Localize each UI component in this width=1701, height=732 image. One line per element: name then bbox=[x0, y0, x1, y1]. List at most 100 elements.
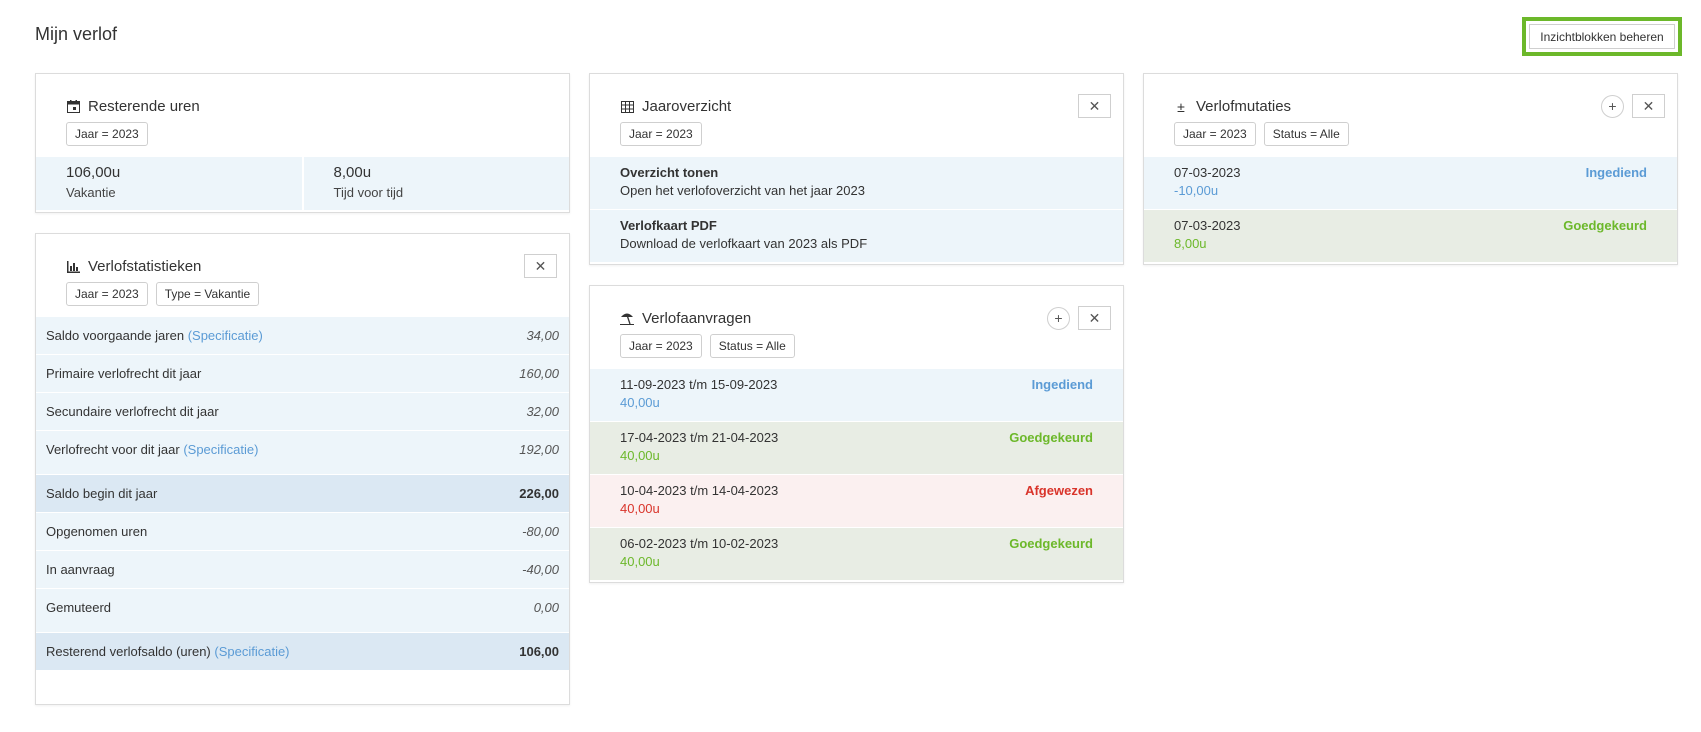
stat-value: 32,00 bbox=[526, 404, 559, 419]
aanvraag-period: 10-04-2023 t/m 14-04-2023 bbox=[620, 483, 779, 498]
stat-value: 226,00 bbox=[519, 486, 559, 501]
status-badge: Ingediend bbox=[1031, 377, 1093, 392]
add-button[interactable]: + bbox=[1601, 94, 1624, 118]
specificatie-link[interactable]: (Specificatie) bbox=[188, 328, 263, 343]
stat-row: Secundaire verlofrecht dit jaar 32,00 bbox=[36, 392, 569, 430]
filter-chip-type[interactable]: Type = Vakantie bbox=[155, 282, 260, 306]
uren-value: 8,00u bbox=[333, 164, 372, 181]
card-header: Resterende uren Jaar = 2023 bbox=[36, 74, 569, 158]
stat-label: Opgenomen uren bbox=[46, 524, 148, 539]
bar-chart-icon bbox=[66, 260, 80, 274]
close-icon: ✕ bbox=[1088, 309, 1101, 326]
mutatie-date: 07-03-2023 bbox=[1174, 218, 1241, 233]
aanvraag-period: 06-02-2023 t/m 10-02-2023 bbox=[620, 536, 779, 551]
filter-chip-year[interactable]: Jaar = 2023 bbox=[1174, 122, 1256, 146]
filter-chip-year[interactable]: Jaar = 2023 bbox=[620, 334, 702, 358]
uren-value: 106,00u bbox=[66, 164, 121, 181]
beach-umbrella-icon bbox=[620, 312, 634, 326]
mutatie-row[interactable]: 07-03-2023 Goedgekeurd 8,00u bbox=[1144, 209, 1677, 262]
card-title-text: Verlofmutaties bbox=[1196, 98, 1292, 115]
stats-list: Saldo voorgaande jaren (Specificatie) 34,… bbox=[36, 316, 569, 670]
stat-label: Gemuteerd bbox=[46, 600, 112, 615]
stat-value: 192,00 bbox=[519, 442, 559, 457]
close-icon: ✕ bbox=[1088, 97, 1101, 114]
link-desc: Open het verlofoverzicht van het jaar 20… bbox=[620, 183, 865, 198]
jaaroverzicht-card: Jaaroverzicht ✕ Jaar = 2023 Overzicht to… bbox=[589, 73, 1124, 265]
status-badge: Afgewezen bbox=[1025, 483, 1093, 498]
aanvraag-row[interactable]: 11-09-2023 t/m 15-09-2023 Ingediend 40,00… bbox=[590, 368, 1123, 421]
stat-row: Saldo voorgaande jaren (Specificatie) 34,… bbox=[36, 316, 569, 354]
close-icon: ✕ bbox=[1642, 97, 1655, 114]
mutatie-row[interactable]: 07-03-2023 Ingediend -10,00u bbox=[1144, 156, 1677, 209]
stat-value: 106,00 bbox=[519, 644, 559, 659]
close-button[interactable]: ✕ bbox=[1078, 306, 1111, 330]
close-button[interactable]: ✕ bbox=[1632, 94, 1665, 118]
close-button[interactable]: ✕ bbox=[524, 254, 557, 278]
stat-row: Verlofrecht voor dit jaar (Specificatie)… bbox=[36, 430, 569, 468]
uren-cell-vakantie: 106,00u Vakantie bbox=[36, 157, 302, 210]
close-button[interactable]: ✕ bbox=[1078, 94, 1111, 118]
uren-label: Tijd voor tijd bbox=[333, 185, 404, 200]
plus-icon: + bbox=[1054, 310, 1063, 326]
card-header: Verlofstatistieken ✕ Jaar = 2023 Type = … bbox=[36, 234, 569, 318]
stat-value: 34,00 bbox=[526, 328, 559, 343]
stat-row-total: Resterend verlofsaldo (uren) (Specificat… bbox=[36, 632, 569, 670]
uren-label: Vakantie bbox=[66, 185, 116, 200]
stat-label: Saldo begin dit jaar bbox=[46, 486, 158, 501]
filter-chip-status[interactable]: Status = Alle bbox=[1263, 122, 1349, 146]
stat-value: -40,00 bbox=[522, 562, 559, 577]
card-title-text: Resterende uren bbox=[88, 98, 200, 115]
table-icon bbox=[620, 100, 634, 114]
add-button[interactable]: + bbox=[1047, 306, 1070, 330]
aanvraag-period: 11-09-2023 t/m 15-09-2023 bbox=[620, 377, 778, 392]
aanvraag-row[interactable]: 17-04-2023 t/m 21-04-2023 Goedgekeurd 40,… bbox=[590, 421, 1123, 474]
stat-label: Saldo voorgaande jaren bbox=[46, 328, 185, 343]
aanvraag-row[interactable]: 10-04-2023 t/m 14-04-2023 Afgewezen 40,00… bbox=[590, 474, 1123, 527]
filter-chip-status[interactable]: Status = Alle bbox=[709, 334, 795, 358]
manage-blocks-highlight: Inzichtblokken beheren bbox=[1522, 17, 1682, 56]
manage-blocks-button[interactable]: Inzichtblokken beheren bbox=[1529, 24, 1675, 49]
mutatie-date: 07-03-2023 bbox=[1174, 165, 1241, 180]
aanvraag-period: 17-04-2023 t/m 21-04-2023 bbox=[620, 430, 779, 445]
aanvraag-amount: 40,00u bbox=[620, 554, 660, 569]
specificatie-link[interactable]: (Specificatie) bbox=[183, 442, 258, 457]
verlofstatistieken-card: Verlofstatistieken ✕ Jaar = 2023 Type = … bbox=[35, 233, 570, 705]
card-header: ± Verlofmutaties + ✕ Jaar = 2023 Status … bbox=[1144, 74, 1677, 158]
card-header: Jaaroverzicht ✕ Jaar = 2023 bbox=[590, 74, 1123, 158]
stat-label: Secundaire verlofrecht dit jaar bbox=[46, 404, 219, 419]
uren-cell-tijd-voor-tijd: 8,00u Tijd voor tijd bbox=[301, 157, 570, 210]
card-title: ± Verlofmutaties bbox=[1174, 98, 1291, 115]
card-title: Jaaroverzicht bbox=[620, 98, 731, 115]
stat-row: Opgenomen uren -80,00 bbox=[36, 512, 569, 550]
stat-value: -80,00 bbox=[522, 524, 559, 539]
aanvraag-amount: 40,00u bbox=[620, 395, 660, 410]
card-title-text: Jaaroverzicht bbox=[642, 98, 732, 115]
stat-value: 160,00 bbox=[519, 366, 559, 381]
stat-row: In aanvraag -40,00 bbox=[36, 550, 569, 588]
status-badge: Ingediend bbox=[1585, 165, 1647, 180]
plus-icon: + bbox=[1608, 98, 1617, 114]
stat-row-total: Saldo begin dit jaar 226,00 bbox=[36, 474, 569, 512]
overzicht-tonen-link[interactable]: Overzicht tonen Open het verlofoverzicht… bbox=[590, 156, 1123, 209]
mutatie-amount: -10,00u bbox=[1174, 183, 1219, 198]
specificatie-link[interactable]: (Specificatie) bbox=[214, 644, 289, 659]
filter-chip-year[interactable]: Jaar = 2023 bbox=[66, 282, 148, 306]
link-title: Verlofkaart PDF bbox=[620, 218, 717, 233]
mutatie-amount: 8,00u bbox=[1174, 236, 1207, 251]
card-title: Verlofstatistieken bbox=[66, 258, 201, 275]
aanvraag-row[interactable]: 06-02-2023 t/m 10-02-2023 Goedgekeurd 40,… bbox=[590, 527, 1123, 580]
link-title: Overzicht tonen bbox=[620, 165, 719, 180]
filter-chip-year[interactable]: Jaar = 2023 bbox=[620, 122, 702, 146]
stat-label: Primaire verlofrecht dit jaar bbox=[46, 366, 202, 381]
verlofkaart-pdf-link[interactable]: Verlofkaart PDF Download de verlofkaart … bbox=[590, 209, 1123, 262]
link-desc: Download de verlofkaart van 2023 als PDF bbox=[620, 236, 868, 251]
status-badge: Goedgekeurd bbox=[1009, 536, 1093, 551]
stat-row: Gemuteerd 0,00 bbox=[36, 588, 569, 626]
filter-chip-year[interactable]: Jaar = 2023 bbox=[66, 122, 148, 146]
card-title: Verlofaanvragen bbox=[620, 310, 751, 327]
stat-label: Resterend verlofsaldo (uren) bbox=[46, 644, 211, 659]
resterende-uren-card: Resterende uren Jaar = 2023 106,00u Vaka… bbox=[35, 73, 570, 213]
verlofaanvragen-card: Verlofaanvragen + ✕ Jaar = 2023 Status =… bbox=[589, 285, 1124, 583]
stat-row: Primaire verlofrecht dit jaar 160,00 bbox=[36, 354, 569, 392]
card-title-text: Verlofaanvragen bbox=[642, 310, 752, 327]
